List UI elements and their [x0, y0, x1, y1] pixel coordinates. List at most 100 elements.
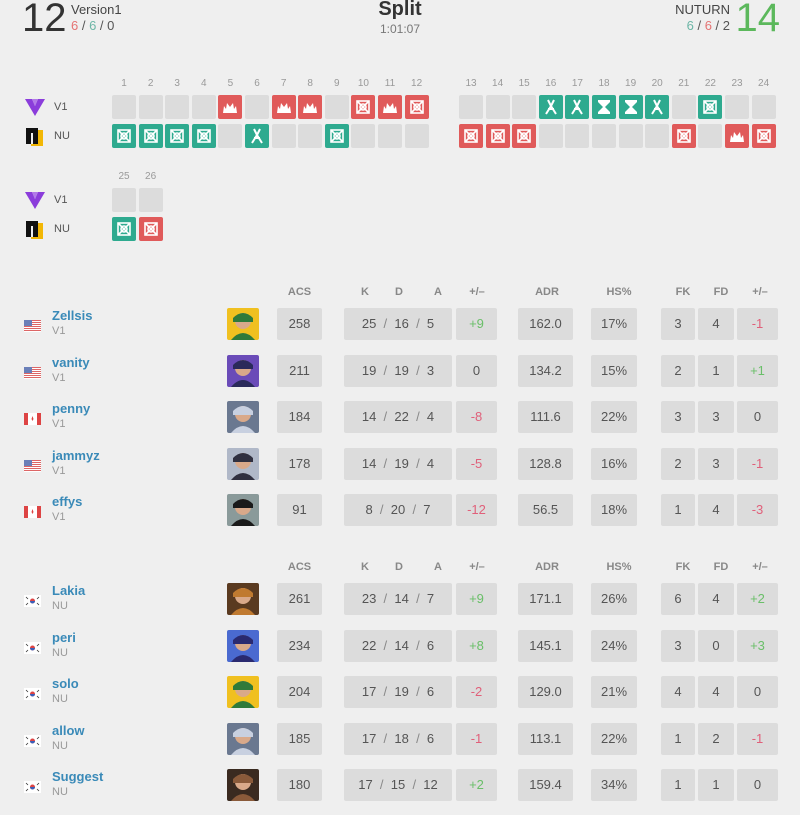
team-tag: V1 — [54, 194, 68, 206]
column-header-fd[interactable]: FD — [704, 286, 738, 298]
kills-value: 17 — [358, 777, 373, 792]
round-cell-v1[interactable] — [378, 95, 402, 119]
player-name[interactable]: Lakia — [52, 583, 85, 598]
agent-raze-icon — [227, 583, 259, 615]
round-cell-nu[interactable] — [671, 124, 696, 148]
round-cell-v1[interactable] — [298, 95, 323, 119]
round-cell-v1 — [138, 188, 163, 212]
kills-value: 14 — [361, 409, 377, 424]
round-cell-nu[interactable] — [725, 124, 749, 148]
hs-value: 15% — [591, 354, 637, 387]
round-cell-nu[interactable] — [112, 124, 136, 148]
player-name[interactable]: effys — [52, 494, 82, 509]
agent-killjoy-icon — [227, 676, 259, 708]
round-cell-v1 — [112, 188, 136, 212]
player-name[interactable]: Zellsis — [52, 308, 92, 323]
round-cell-nu[interactable] — [138, 124, 163, 148]
round-cell-v1[interactable] — [404, 95, 429, 119]
round-cell-v1[interactable] — [351, 95, 376, 119]
round-cell-nu[interactable] — [751, 124, 776, 148]
round-cell-nu[interactable] — [138, 217, 163, 241]
column-header-a[interactable]: A — [425, 561, 451, 573]
round-cell-nu[interactable] — [459, 124, 483, 148]
round-cell-v1 — [165, 95, 190, 119]
round-number: 10 — [357, 78, 369, 89]
column-header-fpm[interactable]: +/– — [742, 286, 778, 298]
round-cell-nu[interactable] — [485, 124, 510, 148]
deaths-value: 19 — [394, 362, 409, 378]
fk-value: 3 — [661, 629, 695, 662]
round-number: 19 — [625, 78, 637, 89]
column-header-k[interactable]: K — [352, 286, 378, 298]
column-header-fpm[interactable]: +/– — [742, 561, 778, 573]
column-header-fd[interactable]: FD — [704, 561, 738, 573]
round-cell-v1[interactable] — [618, 95, 643, 119]
fk-value: 2 — [661, 447, 695, 480]
round-number: 22 — [704, 78, 716, 89]
agent-sage-icon — [227, 447, 259, 480]
column-header-hs[interactable]: HS% — [596, 561, 642, 573]
round-cell-nu[interactable] — [512, 124, 537, 148]
round-cell-nu[interactable] — [324, 124, 349, 148]
player-name[interactable]: penny — [52, 401, 90, 416]
player-name[interactable]: vanity — [52, 355, 90, 370]
column-header-pm[interactable]: +/– — [457, 561, 497, 573]
round-cell-v1[interactable] — [271, 95, 296, 119]
assists-value: 7 — [426, 591, 435, 606]
team2-name[interactable]: NUTURN — [675, 2, 730, 17]
column-header-hs[interactable]: HS% — [596, 286, 642, 298]
column-header-acs[interactable]: ACS — [277, 286, 322, 298]
hs-value: 34% — [591, 769, 637, 801]
round-cell-v1[interactable] — [218, 95, 243, 119]
round-cell-v1[interactable] — [645, 95, 670, 119]
kill-diff-value: +9 — [456, 583, 497, 615]
round-cell-v1[interactable] — [565, 95, 590, 119]
player-name[interactable]: jammyz — [52, 448, 100, 463]
round-cell-nu — [378, 124, 402, 148]
kda-separator: / — [376, 409, 395, 424]
column-header-pm[interactable]: +/– — [457, 286, 497, 298]
column-header-acs[interactable]: ACS — [277, 561, 322, 573]
column-header-d[interactable]: D — [386, 286, 412, 298]
round-cell-nu[interactable] — [112, 217, 136, 241]
column-header-k[interactable]: K — [352, 561, 378, 573]
round-cell-nu[interactable] — [165, 124, 190, 148]
column-header-fk[interactable]: FK — [666, 561, 700, 573]
round-cell-nu[interactable] — [245, 124, 269, 148]
round-cell-v1[interactable] — [698, 95, 723, 119]
fk-diff-value: -1 — [737, 308, 778, 340]
player-team-tag: V1 — [52, 511, 66, 523]
column-header-adr[interactable]: ADR — [522, 561, 572, 573]
hs-value: 24% — [591, 629, 637, 662]
column-header-d[interactable]: D — [386, 561, 412, 573]
kda-separator: / — [376, 684, 395, 699]
player-name[interactable]: solo — [52, 676, 79, 691]
player-name[interactable]: allow — [52, 723, 85, 738]
agent-jett-icon — [227, 722, 259, 755]
column-header-fk[interactable]: FK — [666, 286, 700, 298]
player-team-tag: NU — [52, 600, 68, 612]
team2-t-rounds: 6 — [704, 18, 712, 33]
agent-killjoy-icon — [227, 308, 259, 340]
adr-value: 129.0 — [518, 676, 573, 708]
round-cell-nu — [592, 124, 616, 148]
round-number: 26 — [145, 171, 157, 182]
flag-kr-icon — [24, 734, 41, 747]
player-name[interactable]: peri — [52, 630, 76, 645]
column-header-adr[interactable]: ADR — [522, 286, 572, 298]
kda-value: 19 / 19 / 3 — [344, 354, 452, 387]
fd-value: 3 — [698, 447, 734, 480]
round-cell-nu[interactable] — [191, 124, 216, 148]
flag-us-icon — [24, 319, 41, 332]
deaths-value: 19 — [394, 684, 409, 699]
player-name[interactable]: Suggest — [52, 769, 103, 784]
team-tag: NU — [54, 223, 70, 235]
kda-separator: / — [376, 730, 395, 746]
kills-value: 23 — [361, 591, 377, 606]
kda-value: 8 / 20 / 7 — [344, 494, 452, 526]
round-cell-v1[interactable] — [592, 95, 616, 119]
fk-diff-value: +3 — [737, 629, 778, 662]
fk-value: 3 — [661, 308, 695, 340]
column-header-a[interactable]: A — [425, 286, 451, 298]
round-cell-v1[interactable] — [538, 95, 563, 119]
